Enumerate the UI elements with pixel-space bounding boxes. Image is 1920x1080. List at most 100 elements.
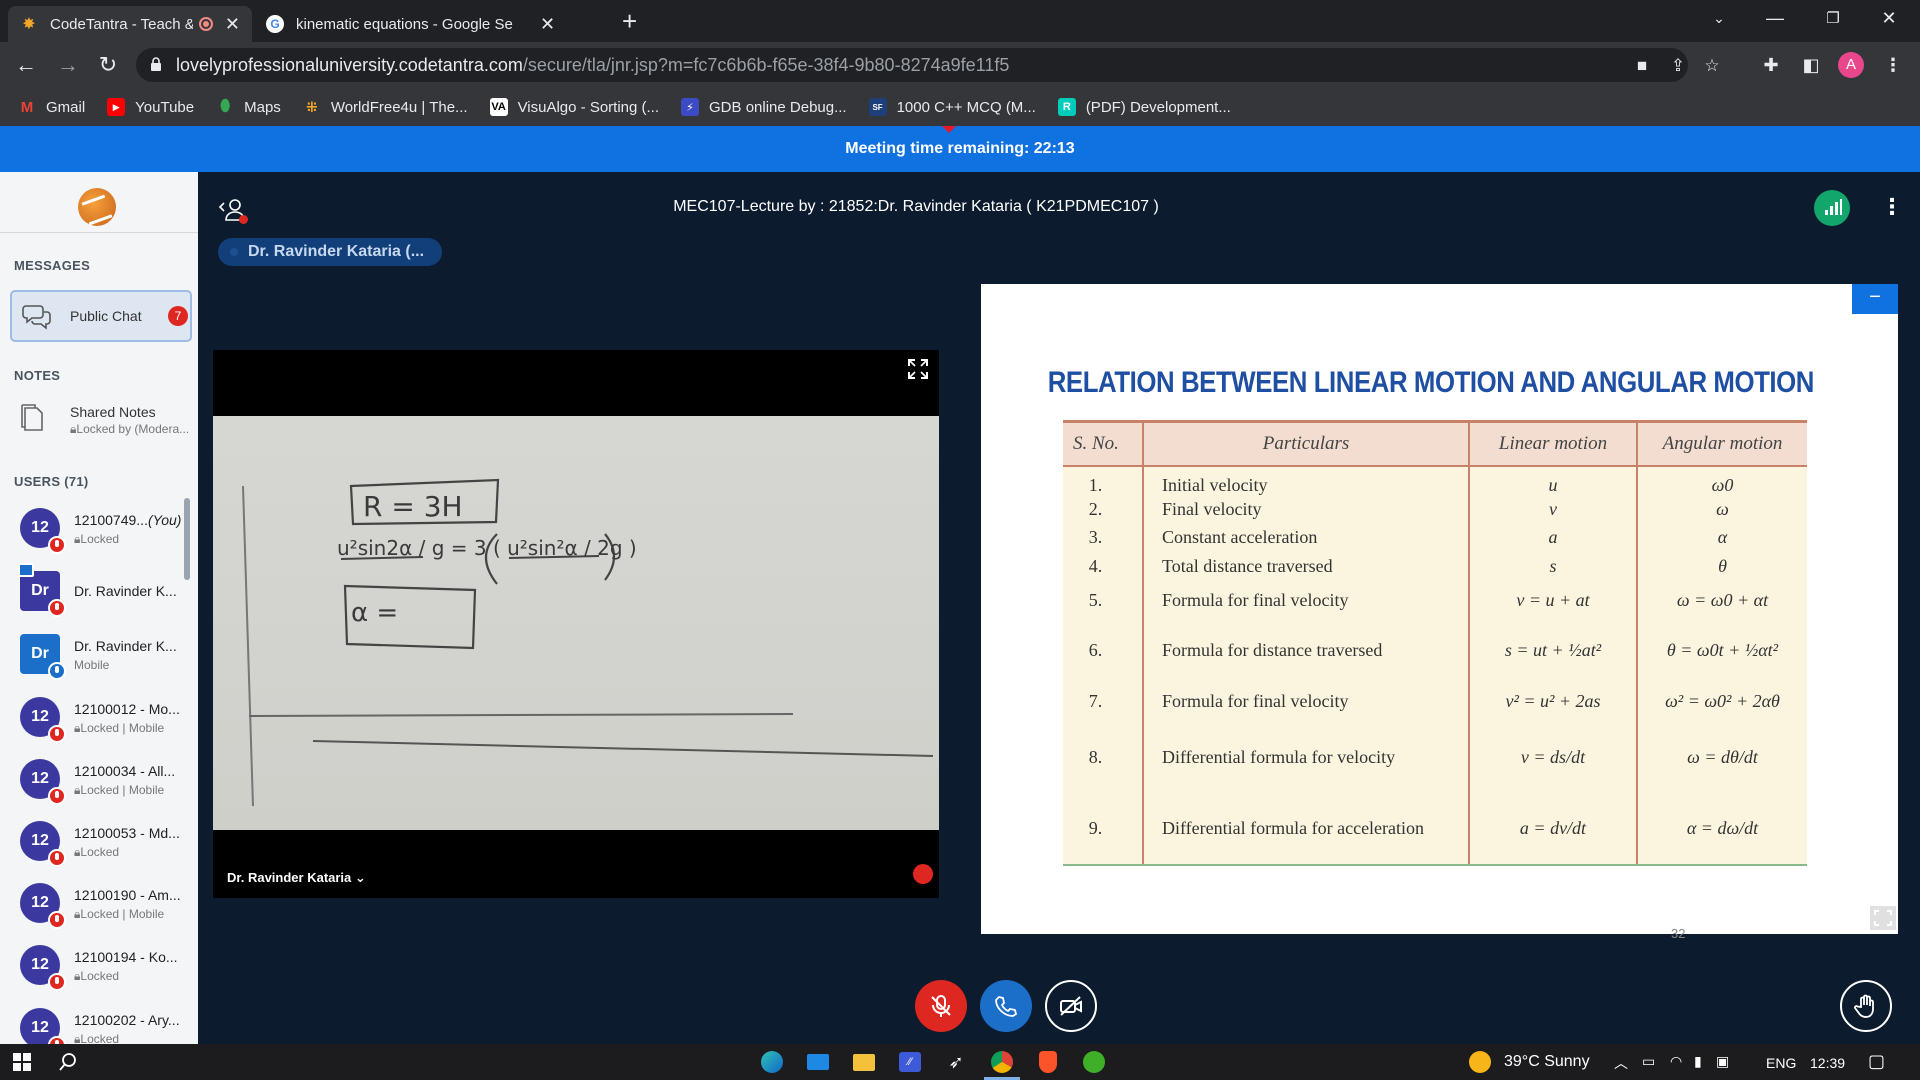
tab-close-icon[interactable]: ✕: [225, 14, 240, 35]
brave-icon[interactable]: [1034, 1048, 1062, 1076]
unmute-button[interactable]: [915, 980, 967, 1032]
windows-start-icon[interactable]: [8, 1048, 36, 1076]
cursor-app-icon[interactable]: ➶: [942, 1048, 970, 1076]
bookmark-youtube[interactable]: ▶ YouTube: [107, 98, 194, 116]
signal-bars-icon: [1825, 199, 1842, 215]
raise-hand-button[interactable]: [1840, 980, 1892, 1032]
bookmark-maps[interactable]: ⬮ Maps: [216, 98, 281, 116]
user-list-item[interactable]: 12 12100012 - Mo... 🔒︎Locked | Mobile: [0, 691, 186, 751]
user-list-item[interactable]: 12 12100202 - Ary... 🔒︎Locked: [0, 1002, 186, 1044]
muted-mic-icon: [48, 725, 66, 743]
user-list-item[interactable]: 12 12100053 - Md... 🔒︎Locked: [0, 815, 186, 875]
minimize-button[interactable]: —: [1752, 0, 1798, 36]
volume-icon[interactable]: ▮: [1694, 1053, 1702, 1070]
address-bar[interactable]: lovelyprofessionaluniversity.codetantra.…: [136, 48, 1720, 82]
user-list-item[interactable]: Dr Dr. Ravinder K...: [0, 563, 186, 625]
leave-audio-button[interactable]: [980, 980, 1032, 1032]
recording-icon: [198, 17, 213, 31]
bookmark-cpp-mcq[interactable]: SF 1000 C++ MCQ (M...: [868, 98, 1036, 116]
share-webcam-button[interactable]: [1045, 980, 1097, 1032]
display-icon[interactable]: ▣: [1716, 1053, 1729, 1070]
forward-button[interactable]: →: [54, 51, 82, 79]
tab-codetantra[interactable]: ✸ CodeTantra - Teach & Learn / ✕: [8, 6, 252, 42]
profile-avatar[interactable]: A: [1838, 52, 1864, 78]
table-row: 5. Formula for final velocity v = u + at ω …: [1063, 580, 1807, 621]
cell-angular: ω: [1636, 495, 1807, 523]
back-button[interactable]: ←: [12, 51, 40, 79]
tray-overflow-icon[interactable]: ︿: [1614, 1053, 1628, 1073]
weather-sun-icon[interactable]: [1466, 1048, 1494, 1076]
muted-mic-icon: [48, 973, 66, 991]
vscode-remote-icon[interactable]: ⁄⁄: [896, 1048, 924, 1076]
fullscreen-icon[interactable]: [907, 358, 929, 380]
bookmark-researchgate[interactable]: R (PDF) Development...: [1057, 98, 1231, 116]
gmail-icon: M: [20, 98, 34, 116]
webcam-video[interactable]: R = 3H u²sin2α / g = 3 ( u²sin²α / 2g ) …: [213, 350, 939, 898]
search-icon[interactable]: [54, 1048, 82, 1076]
reload-button[interactable]: ↻: [94, 51, 122, 79]
utorrent-icon[interactable]: [1080, 1048, 1108, 1076]
user-status: Mobile: [74, 658, 110, 672]
chrome-icon[interactable]: [984, 1048, 1020, 1080]
browser-menu-icon[interactable]: ⋮: [1882, 54, 1904, 76]
cell-particular: Initial velocity: [1142, 465, 1469, 496]
weather-text[interactable]: 39°C Sunny: [1504, 1053, 1590, 1071]
connection-status-button[interactable]: [1814, 190, 1850, 226]
battery-icon[interactable]: ▭: [1642, 1053, 1655, 1070]
options-menu-icon[interactable]: ⋮: [1880, 192, 1904, 222]
bookmark-star-icon[interactable]: ☆: [1702, 56, 1722, 76]
cell-particular: Formula for final velocity: [1142, 580, 1469, 621]
tab-search-icon[interactable]: ⌄: [1696, 0, 1742, 36]
restore-button[interactable]: ❐: [1810, 0, 1856, 36]
tab-close-icon[interactable]: ✕: [540, 14, 555, 35]
bookmark-gmail[interactable]: M Gmail: [18, 98, 85, 116]
user-list-scrollbar[interactable]: [184, 498, 190, 580]
video-username[interactable]: Dr. Ravinder Kataria ⌄: [227, 870, 366, 886]
user-list-item[interactable]: Dr Dr. Ravinder K... Mobile: [0, 628, 186, 688]
table-row: 2. Final velocity v ω: [1063, 495, 1807, 523]
user-list-item[interactable]: 12 12100190 - Am... 🔒︎Locked | Mobile: [0, 877, 186, 937]
bookmark-label: 1000 C++ MCQ (M...: [896, 98, 1036, 116]
maps-icon: ⬮: [220, 98, 231, 115]
share-icon[interactable]: ⇪: [1668, 56, 1688, 76]
cell-no: 8.: [1063, 722, 1143, 793]
slide-fullscreen-button[interactable]: [1870, 906, 1896, 930]
cell-no: 6.: [1063, 620, 1143, 681]
camera-icon[interactable]: ■: [1632, 56, 1652, 76]
column-header: Angular motion: [1636, 420, 1807, 467]
meeting-title: MEC107-Lecture by : 21852:Dr. Ravinder K…: [673, 198, 1159, 215]
cell-linear: a: [1468, 522, 1637, 552]
bookmark-gdb[interactable]: ⚡ GDB online Debug...: [681, 98, 847, 116]
webcam-off-icon: [1060, 996, 1082, 1016]
notifications-icon[interactable]: ▢: [1868, 1051, 1885, 1072]
presenter-icon: [18, 563, 34, 577]
cell-angular: θ: [1636, 551, 1807, 581]
file-explorer-icon[interactable]: [850, 1048, 878, 1076]
user-list-item[interactable]: 12 12100034 - All... 🔒︎Locked | Mobile: [0, 753, 186, 813]
language-indicator[interactable]: ENG: [1766, 1055, 1796, 1071]
bookmark-label: WorldFree4u | The...: [330, 98, 468, 116]
table-row: 1. Initial velocity u ω0: [1063, 465, 1807, 496]
new-tab-button[interactable]: +: [622, 6, 637, 37]
user-list-item[interactable]: 12 12100194 - Ko... 🔒︎Locked: [0, 939, 186, 999]
column-header: Linear motion: [1468, 420, 1637, 467]
close-window-button[interactable]: ✕: [1866, 0, 1912, 36]
wifi-icon[interactable]: ◠: [1670, 1053, 1682, 1070]
muted-microphone-icon: [931, 995, 951, 1017]
shared-notes-button[interactable]: Shared Notes 🔒︎Locked by (Modera...: [14, 398, 198, 442]
side-panel-icon[interactable]: ◧: [1800, 54, 1822, 76]
bookmark-visualgo[interactable]: VA VisuAlgo - Sorting (...: [489, 98, 659, 116]
public-chat-button[interactable]: Public Chat 7: [10, 290, 192, 342]
clock-time[interactable]: 12:39: [1810, 1055, 1845, 1071]
user-list-item[interactable]: 12 12100749...(You) 🔒︎Locked: [0, 502, 186, 562]
notification-dot: [239, 215, 248, 224]
browser-tab-strip: ✸ CodeTantra - Teach & Learn / ✕ G kinem…: [0, 0, 1920, 42]
tab-google-search[interactable]: G kinematic equations - Google Se ✕: [254, 6, 606, 42]
edge-icon[interactable]: [758, 1048, 786, 1076]
minimize-presentation-button[interactable]: −: [1852, 284, 1898, 314]
mail-icon[interactable]: [804, 1048, 832, 1076]
cell-angular: θ = ω0t + ½αt²: [1636, 620, 1807, 681]
extensions-icon[interactable]: ✚: [1760, 54, 1782, 76]
bookmark-worldfree4u[interactable]: ⁜ WorldFree4u | The...: [303, 98, 468, 116]
hand-icon: [1854, 994, 1874, 1018]
